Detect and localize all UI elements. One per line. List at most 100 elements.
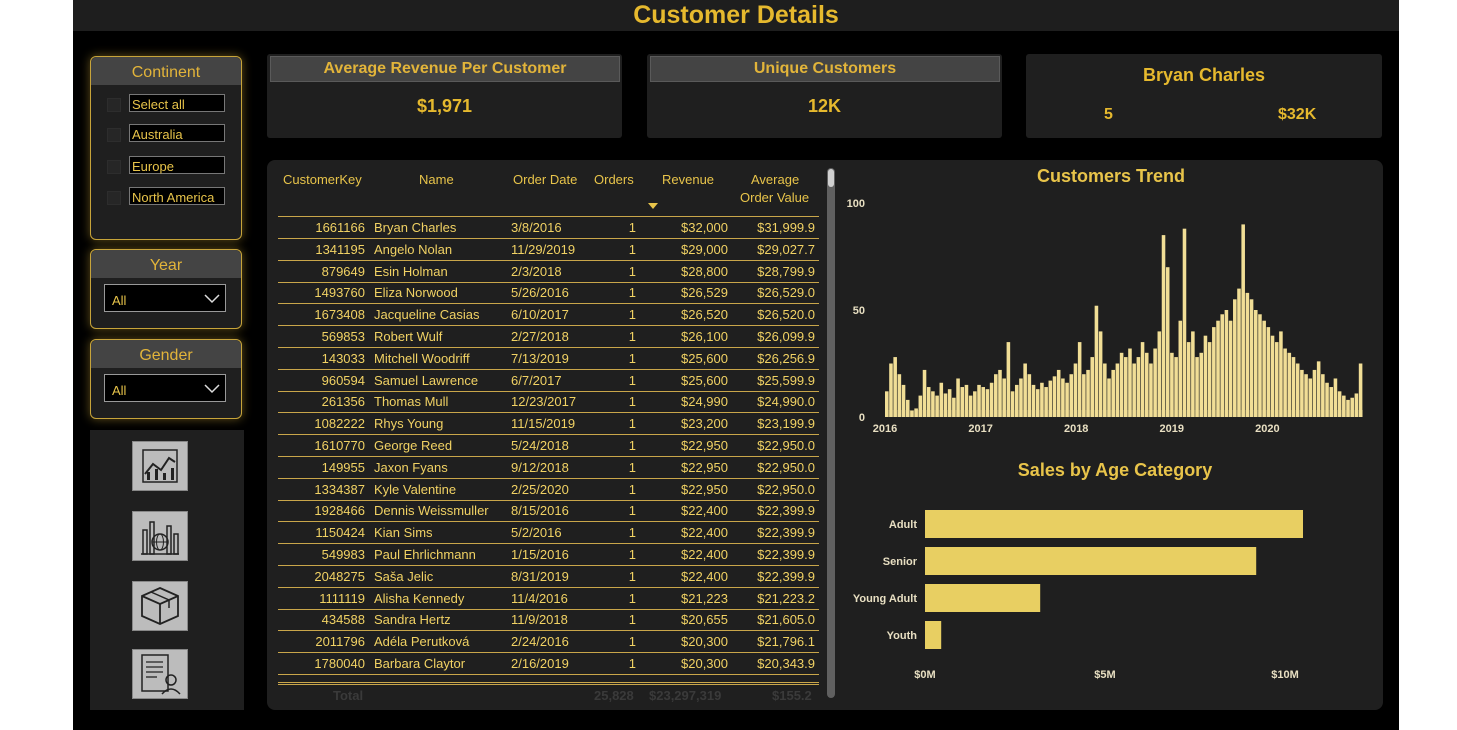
checkbox[interactable] [107, 191, 121, 205]
trend-bar [1069, 374, 1074, 417]
year-slicer-title: Year [91, 250, 241, 278]
cell-customerkey: 434588 [321, 612, 365, 628]
table-row[interactable]: 1334387 Kyle Valentine 2/25/2020 1 $22,950 $2… [278, 479, 819, 501]
trend-bar [1136, 357, 1141, 417]
table-scrollbar[interactable] [827, 168, 835, 698]
cell-revenue: $25,600 [681, 372, 728, 388]
trend-x-tick: 2019 [1160, 423, 1184, 435]
col-header-customerkey[interactable]: CustomerKey [283, 172, 362, 187]
col-header-orders[interactable]: Orders [594, 172, 634, 187]
cell-customerkey: 1493760 [314, 285, 365, 301]
trend-bar [931, 391, 935, 417]
trend-bar [1149, 363, 1153, 417]
cell-avg-order-value: $26,520.0 [757, 307, 815, 323]
trend-bar [1195, 357, 1199, 417]
trend-bar [1312, 369, 1317, 417]
cell-revenue: $26,100 [681, 329, 728, 344]
table-row[interactable]: 1150424 Kian Sims 5/2/2016 1 $22,400 $22,399.… [278, 522, 819, 545]
option-label: Australia [129, 124, 225, 142]
checkbox[interactable] [107, 98, 121, 112]
trend-bar [1107, 378, 1111, 417]
cell-name: Kyle Valentine [374, 481, 457, 497]
trend-bar [935, 395, 939, 417]
table-row[interactable]: 1111119 Alisha Kennedy 11/4/2016 1 $21,223 $2… [278, 588, 819, 610]
cell-orders: 1 [628, 612, 636, 628]
trend-bar [981, 387, 985, 417]
table-row[interactable]: 960594 Samuel Lawrence 6/7/2017 1 $25,600 $25… [278, 370, 819, 392]
trend-bar [1182, 228, 1187, 417]
trend-bar [1140, 342, 1145, 417]
cell-avg-order-value: $21,796.1 [757, 634, 815, 650]
trend-bar [1153, 348, 1157, 417]
nav-products-button[interactable] [132, 581, 188, 631]
nav-overview-button[interactable] [132, 441, 188, 491]
checkbox[interactable] [107, 128, 121, 142]
nav-customers-button[interactable] [132, 649, 188, 699]
trend-bar [1279, 331, 1283, 417]
table-row[interactable]: 1610770 George Reed 5/24/2018 1 $22,950 $22,9… [278, 435, 819, 457]
table-row[interactable]: 1928466 Dennis Weissmuller 8/15/2016 1 $22,4… [278, 500, 819, 523]
year-dropdown[interactable]: All [104, 284, 226, 312]
top-customer-orders: 5 [1104, 106, 1113, 123]
table-row[interactable]: 1780040 Barbara Claytor 2/16/2019 1 $20,300 $… [278, 653, 819, 675]
cell-order-date: 7/13/2019 [511, 350, 569, 366]
trend-bar [1270, 335, 1275, 417]
customers-trend-title: Customers Trend [1036, 166, 1186, 186]
table-row[interactable]: 569853 Robert Wulf 2/27/2018 1 $26,100 $26,09… [278, 326, 819, 348]
table-row[interactable]: 1082222 Rhys Young 11/15/2019 1 $23,200 $23,1… [278, 413, 819, 436]
trend-bar [1073, 363, 1078, 417]
table-row[interactable]: 549983 Paul Ehrlichmann 1/15/2016 1 $22,400 $… [278, 544, 819, 566]
trend-bar [1220, 314, 1224, 417]
table-row[interactable]: 1493760 Eliza Norwood 5/26/2016 1 $26,529 $26… [278, 282, 819, 305]
total-avg-order-value: $155.2 [772, 688, 812, 703]
avg-revenue-title: Average Revenue Per Customer [270, 56, 620, 82]
trend-bar [1115, 363, 1120, 417]
table-row[interactable]: 143033 Mitchell Woodriff 7/13/2019 1 $25,600… [278, 348, 819, 370]
cell-order-date: 5/24/2018 [511, 438, 569, 453]
table-row[interactable]: 261356 Thomas Mull 12/23/2017 1 $24,990 $24,9… [278, 391, 819, 414]
table-row[interactable]: 1341195 Angelo Nolan 11/29/2019 1 $29,000 $29… [278, 239, 819, 261]
trend-bar [1207, 342, 1212, 417]
table-row[interactable]: 149955 Jaxon Fyans 9/12/2018 1 $22,950 $22,95… [278, 457, 819, 479]
table-row[interactable]: 1673408 Jacqueline Casias 6/10/2017 1 $26,52… [278, 304, 819, 327]
cell-avg-order-value: $28,799.9 [757, 263, 815, 279]
trend-bar [1342, 395, 1346, 417]
trend-bar [1245, 292, 1250, 417]
trend-bar [1350, 397, 1354, 417]
unique-customers-card: Unique Customers 12K [647, 54, 1002, 138]
table-row[interactable]: 2048275 Saša Jelic 8/31/2019 1 $22,400 $22,39… [278, 566, 819, 588]
cell-revenue: $26,520 [681, 307, 728, 323]
cell-name: Samuel Lawrence [374, 372, 479, 388]
trend-y-tick: 0 [859, 412, 865, 424]
col-header-avg-order-value-line1[interactable]: Average [751, 172, 799, 187]
cell-avg-order-value: $25,599.9 [757, 372, 815, 388]
sort-descending-icon[interactable] [647, 202, 659, 210]
scrollbar-thumb[interactable] [828, 169, 834, 187]
cell-customerkey: 1673408 [314, 307, 365, 323]
trend-bar [1044, 387, 1048, 417]
cell-avg-order-value: $22,399.9 [757, 503, 815, 519]
col-header-revenue[interactable]: Revenue [662, 172, 714, 187]
table-row[interactable]: 879649 Esin Holman 2/3/2018 1 $28,800 $28,799… [278, 261, 819, 283]
cell-order-date: 11/29/2019 [511, 241, 576, 257]
cell-order-date: 2/25/2020 [511, 481, 569, 497]
col-header-order-date[interactable]: Order Date [513, 172, 577, 187]
trend-bar [1056, 369, 1061, 417]
age-bar [925, 584, 1041, 612]
cell-avg-order-value: $26,529.0 [757, 285, 815, 301]
col-header-name[interactable]: Name [419, 172, 454, 187]
table-row[interactable]: 2011796 Adéla Perutková 2/24/2016 1 $20,300 $… [278, 631, 819, 654]
col-header-avg-order-value-line2[interactable]: Order Value [740, 190, 809, 205]
gender-dropdown[interactable]: All [104, 374, 226, 402]
cell-customerkey: 879649 [321, 263, 365, 279]
top-customer-card: Bryan Charles 5 $32K [1026, 54, 1382, 138]
checkbox[interactable] [107, 160, 121, 174]
cell-order-date: 8/31/2019 [511, 568, 569, 584]
table-row[interactable]: 1661166 Bryan Charles 3/8/2016 1 $32,000 $31,… [278, 217, 819, 239]
table-row[interactable]: 434588 Sandra Hertz 11/9/2018 1 $20,655 $21,6… [278, 609, 819, 632]
cell-order-date: 12/23/2017 [511, 394, 577, 410]
trend-bar [1161, 235, 1166, 417]
top-customer-revenue: $32K [1278, 106, 1317, 123]
nav-geography-button[interactable] [132, 511, 188, 561]
trend-bar [1023, 363, 1027, 417]
